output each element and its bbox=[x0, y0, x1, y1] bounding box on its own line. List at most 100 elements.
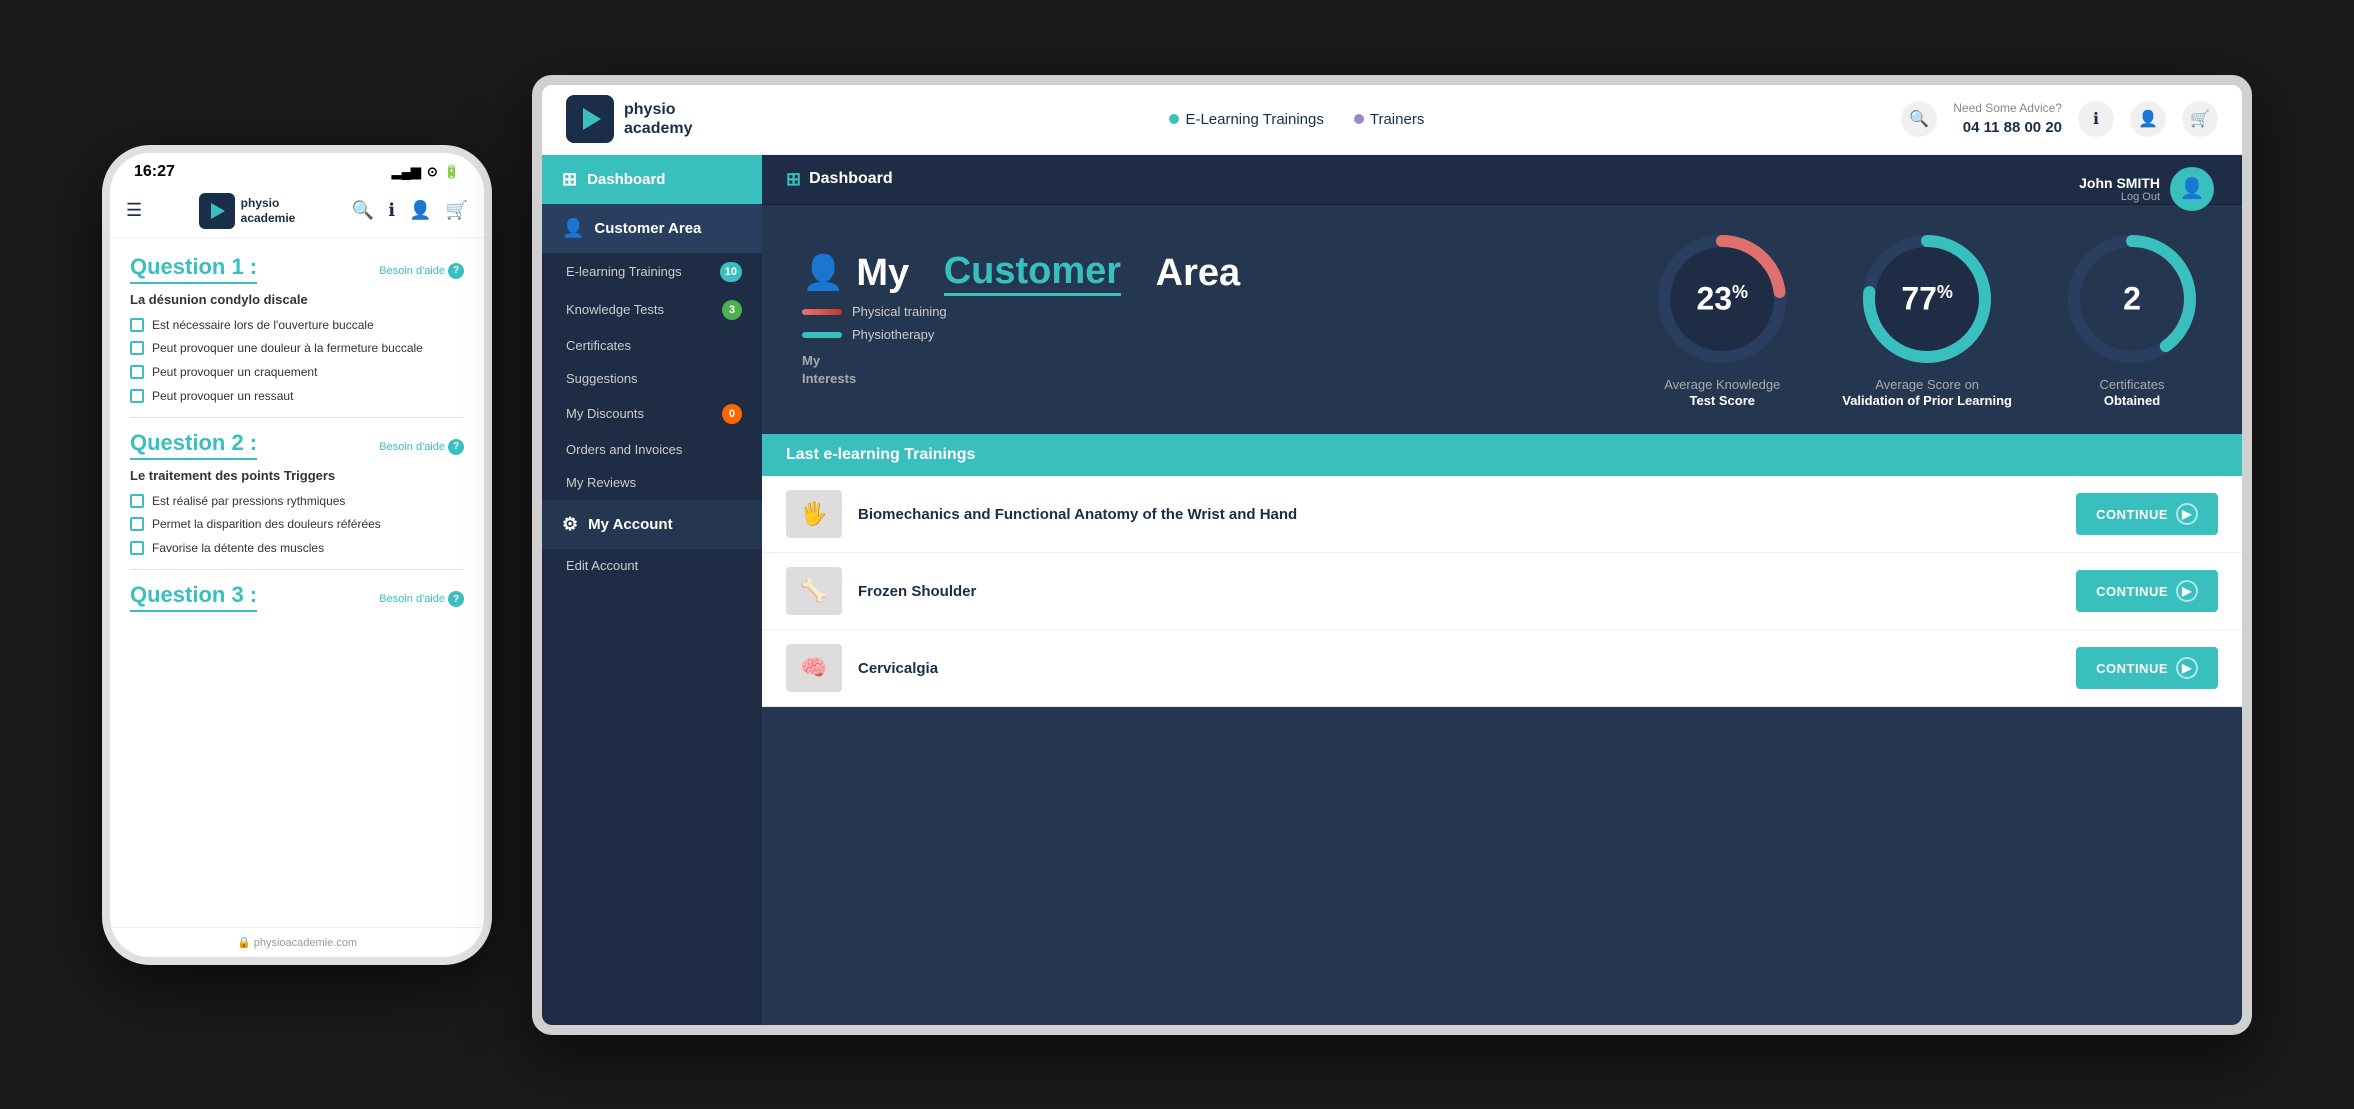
title-area: Area bbox=[1156, 252, 1241, 295]
sidebar-customer-label: Customer Area bbox=[594, 220, 701, 237]
sidebar-item-discounts[interactable]: My Discounts 0 bbox=[542, 395, 762, 433]
sidebar-item-elearning[interactable]: E-learning Trainings 10 bbox=[542, 253, 762, 291]
circle-certificates: 2 bbox=[2062, 229, 2202, 369]
tablet-body: ⊞ Dashboard 👤 Customer Area E-learning T… bbox=[542, 155, 2242, 1025]
question3-help[interactable]: Besoin d'aide ? bbox=[379, 591, 464, 607]
user-icon[interactable]: 👤 bbox=[409, 200, 431, 221]
training-title-3: Cervicalgia bbox=[858, 660, 938, 677]
checkbox-item[interactable]: Est nécessaire lors de l'ouverture bucca… bbox=[130, 317, 464, 334]
training-item-2-left: 🦴 Frozen Shoulder bbox=[786, 567, 976, 615]
physiotherapy-bar bbox=[802, 332, 842, 338]
checkbox[interactable] bbox=[130, 494, 144, 508]
page-title: 👤 My Customer Area bbox=[802, 250, 1652, 296]
search-button[interactable]: 🔍 bbox=[1901, 101, 1937, 137]
circle-knowledge-test: 23% bbox=[1652, 229, 1792, 369]
user-button[interactable]: 👤 bbox=[2130, 101, 2166, 137]
cart-icon[interactable]: 🛒 bbox=[446, 200, 468, 221]
checkbox[interactable] bbox=[130, 341, 144, 355]
stats-title-area: 👤 My Customer Area Physical training Phy… bbox=[802, 250, 1652, 388]
training-item-3-left: 🧠 Cervicalgia bbox=[786, 644, 938, 692]
sidebar-item-suggestions[interactable]: Suggestions bbox=[542, 362, 762, 395]
checkbox[interactable] bbox=[130, 517, 144, 531]
checkbox-item[interactable]: Favorise la détente des muscles bbox=[130, 540, 464, 557]
sidebar-certificates-label: Certificates bbox=[566, 338, 631, 353]
checkbox[interactable] bbox=[130, 389, 144, 403]
continue-button-1[interactable]: CONTINUE ▶ bbox=[2076, 493, 2218, 535]
question1-header: Question 1 : Besoin d'aide ? bbox=[130, 254, 464, 284]
checkbox-item[interactable]: Peut provoquer un ressaut bbox=[130, 388, 464, 405]
sidebar-edit-account[interactable]: Edit Account bbox=[542, 549, 762, 582]
nav-elearning-link[interactable]: E-Learning Trainings bbox=[1169, 111, 1323, 128]
checkbox[interactable] bbox=[130, 365, 144, 379]
elearning-dot-icon bbox=[1169, 114, 1179, 124]
checkbox-label: Permet la disparition des douleurs référ… bbox=[152, 516, 381, 533]
sidebar-elearning-label: E-learning Trainings bbox=[566, 264, 682, 279]
stats-circles: 23% Average Knowledge Test Score bbox=[1652, 229, 2202, 411]
stat-validation-label: Average Score on Validation of Prior Lea… bbox=[1842, 377, 2012, 411]
checkbox-label: Peut provoquer une douleur à la fermetur… bbox=[152, 340, 423, 357]
sidebar-item-reviews[interactable]: My Reviews bbox=[542, 466, 762, 499]
sidebar-reviews-label: My Reviews bbox=[566, 475, 636, 490]
question1-subtitle: La désunion condylo discale bbox=[130, 292, 464, 307]
training-item-2: 🦴 Frozen Shoulder CONTINUE ▶ bbox=[762, 553, 2242, 630]
sidebar: ⊞ Dashboard 👤 Customer Area E-learning T… bbox=[542, 155, 762, 1025]
stat-certificates-label: Certificates Obtained bbox=[2099, 377, 2164, 411]
checkbox-item[interactable]: Est réalisé par pressions rythmiques bbox=[130, 493, 464, 510]
user-text: John SMITH Log Out bbox=[2079, 175, 2160, 203]
account-gear-icon: ⚙ bbox=[562, 514, 578, 535]
nav-trainers-link[interactable]: Trainers bbox=[1354, 111, 1424, 128]
cart-button[interactable]: 🛒 bbox=[2182, 101, 2218, 137]
play-icon bbox=[583, 108, 601, 130]
question1-help[interactable]: Besoin d'aide ? bbox=[379, 263, 464, 279]
advice-info: Need Some Advice? 04 11 88 00 20 bbox=[1953, 100, 2062, 138]
user-name: John SMITH bbox=[2079, 175, 2160, 191]
divider bbox=[130, 417, 464, 418]
tablet-logo-icon bbox=[566, 95, 614, 143]
question2-help[interactable]: Besoin d'aide ? bbox=[379, 439, 464, 455]
question1-title: Question 1 : bbox=[130, 254, 257, 284]
tablet-navbar: physio academy E-Learning Trainings Trai… bbox=[542, 85, 2242, 155]
scene: 16:27 ▂▄▆ ⊙ 🔋 ☰ physio academie bbox=[0, 0, 2354, 1109]
info-button[interactable]: ℹ bbox=[2078, 101, 2114, 137]
sidebar-account-label: My Account bbox=[588, 516, 672, 533]
search-icon[interactable]: 🔍 bbox=[352, 200, 374, 221]
continue-button-2[interactable]: CONTINUE ▶ bbox=[2076, 570, 2218, 612]
sidebar-item-certificates[interactable]: Certificates bbox=[542, 329, 762, 362]
sidebar-item-dashboard[interactable]: ⊞ Dashboard bbox=[542, 155, 762, 204]
sidebar-item-orders[interactable]: Orders and Invoices bbox=[542, 433, 762, 466]
info-icon[interactable]: ℹ bbox=[388, 200, 395, 221]
continue-label-3: CONTINUE bbox=[2096, 661, 2168, 676]
title-icon: 👤 bbox=[802, 253, 844, 293]
phone-footer: 🔒 physioacademie.com bbox=[110, 927, 484, 957]
checkbox[interactable] bbox=[130, 318, 144, 332]
hamburger-icon[interactable]: ☰ bbox=[126, 200, 142, 221]
trainers-dot-icon bbox=[1354, 114, 1364, 124]
continue-button-3[interactable]: CONTINUE ▶ bbox=[2076, 647, 2218, 689]
tablet-logo: physio academy bbox=[566, 95, 693, 143]
checkbox-item[interactable]: Permet la disparition des douleurs référ… bbox=[130, 516, 464, 533]
discounts-badge: 0 bbox=[722, 404, 742, 424]
stat-knowledge-label: Average Knowledge Test Score bbox=[1664, 377, 1780, 411]
dashboard-tab[interactable]: ⊞ Dashboard bbox=[786, 165, 893, 194]
training-title-2: Frozen Shoulder bbox=[858, 583, 976, 600]
main-content: ⊞ Dashboard John SMITH Log Out 👤 bbox=[762, 155, 2242, 1025]
interest-physio-label: Physiotherapy bbox=[852, 327, 934, 342]
trainers-link-label: Trainers bbox=[1370, 111, 1424, 128]
user-info-area: John SMITH Log Out 👤 bbox=[2079, 167, 2214, 211]
sidebar-item-customer-area[interactable]: 👤 Customer Area bbox=[542, 204, 762, 253]
tablet-logo-text: physio academy bbox=[624, 100, 693, 138]
question3-header: Question 3 : Besoin d'aide ? bbox=[130, 582, 464, 612]
sidebar-item-knowledge-tests[interactable]: Knowledge Tests 3 bbox=[542, 291, 762, 329]
checkbox-item[interactable]: Peut provoquer une douleur à la fermetur… bbox=[130, 340, 464, 357]
phone-right-icons[interactable]: 🔍 ℹ 👤 🛒 bbox=[352, 200, 468, 221]
phone-number: 04 11 88 00 20 bbox=[1953, 117, 2062, 138]
checkbox-item[interactable]: Peut provoquer un craquement bbox=[130, 364, 464, 381]
checkbox[interactable] bbox=[130, 541, 144, 555]
trainings-header-label: Last e-learning Trainings bbox=[786, 446, 975, 463]
logout-link[interactable]: Log Out bbox=[2079, 191, 2160, 203]
dashboard-icon: ⊞ bbox=[562, 169, 577, 190]
phone-logo: physio academie bbox=[199, 193, 296, 229]
stat-circle-certificates: 2 Certificates Obtained bbox=[2062, 229, 2202, 411]
sidebar-item-my-account[interactable]: ⚙ My Account bbox=[542, 499, 762, 549]
circle-certificates-value: 2 bbox=[2123, 280, 2141, 317]
